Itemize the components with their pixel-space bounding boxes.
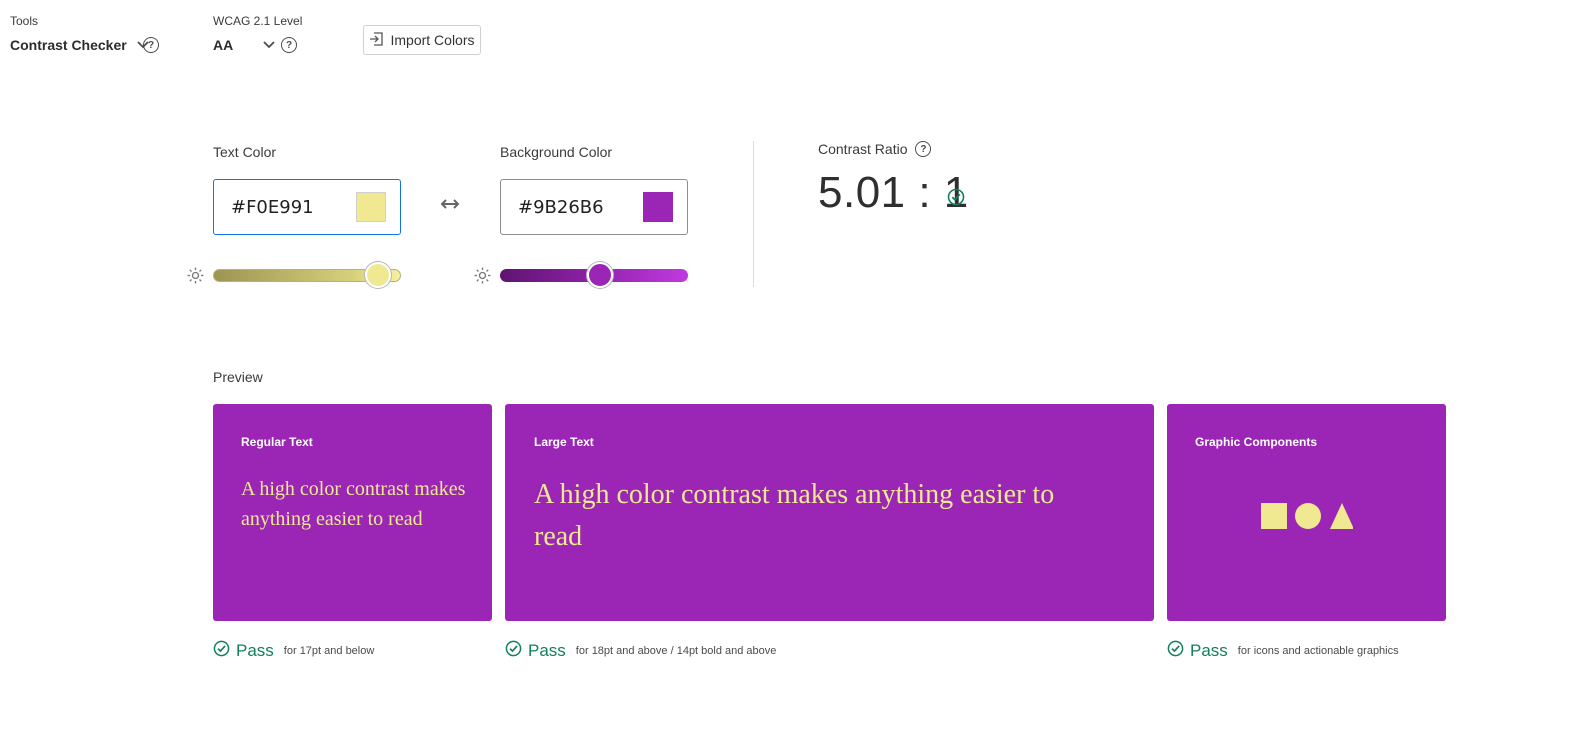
background-color-field[interactable]: #9B26B6 xyxy=(500,179,688,235)
background-color-label: Background Color xyxy=(500,144,613,160)
triangle-icon xyxy=(1330,503,1354,529)
wcag-level-label: WCAG 2.1 Level xyxy=(213,14,303,28)
pass-note: for 17pt and below xyxy=(283,645,375,657)
chevron-down-icon xyxy=(263,41,275,49)
background-color-hex: #9B26B6 xyxy=(518,196,604,218)
import-colors-label: Import Colors xyxy=(390,32,475,48)
card-sample-text: A high color contrast makes anything eas… xyxy=(241,478,466,530)
graphic-shapes xyxy=(1261,502,1354,535)
pass-label: Pass xyxy=(528,641,566,660)
card-title: Graphic Components xyxy=(1195,435,1318,449)
text-color-swatch[interactable] xyxy=(356,192,386,222)
text-color-field[interactable]: #F0E991 xyxy=(213,179,401,235)
import-icon xyxy=(369,31,384,49)
background-color-swatch[interactable] xyxy=(643,192,673,222)
graphic-components-result: Pass for icons and actionable graphics xyxy=(1167,640,1399,662)
check-circle-icon xyxy=(1167,640,1184,662)
regular-text-result: Pass for 17pt and below xyxy=(213,640,374,662)
tools-picker[interactable]: Contrast Checker xyxy=(10,37,149,53)
contrast-ratio-label: Contrast Ratio xyxy=(818,141,908,157)
contrast-ratio-header: Contrast Ratio ? xyxy=(818,141,932,157)
card-title: Regular Text xyxy=(241,435,313,449)
large-text-card: Large Text A high color contrast makes a… xyxy=(505,404,1154,621)
square-icon xyxy=(1261,503,1287,529)
pass-note: for 18pt and above / 14pt bold and above xyxy=(575,645,777,657)
brightness-icon xyxy=(187,267,204,289)
pass-note: for icons and actionable graphics xyxy=(1237,645,1399,657)
preview-label: Preview xyxy=(213,369,263,385)
text-color-hex: #F0E991 xyxy=(231,196,314,218)
tools-help-icon[interactable]: ? xyxy=(143,37,159,53)
check-circle-icon xyxy=(947,188,965,211)
large-text-result: Pass for 18pt and above / 14pt bold and … xyxy=(505,640,776,662)
graphic-components-card: Graphic Components xyxy=(1167,404,1446,621)
pass-label: Pass xyxy=(1190,641,1228,660)
regular-text-card: Regular Text A high color contrast makes… xyxy=(213,404,492,621)
import-colors-button[interactable]: Import Colors xyxy=(363,25,481,55)
tools-label: Tools xyxy=(10,14,39,28)
pass-label: Pass xyxy=(236,641,274,660)
swap-colors-icon[interactable] xyxy=(440,197,460,216)
circle-icon xyxy=(1295,503,1321,529)
text-brightness-slider[interactable] xyxy=(213,261,401,289)
slider-thumb[interactable] xyxy=(586,262,613,288)
wcag-help-icon[interactable]: ? xyxy=(281,37,297,53)
slider-thumb[interactable] xyxy=(365,262,392,288)
text-color-label: Text Color xyxy=(213,144,277,160)
check-circle-icon xyxy=(505,640,522,662)
tools-picker-value: Contrast Checker xyxy=(10,37,127,53)
brightness-icon xyxy=(474,267,491,289)
card-sample-text: A high color contrast makes anything eas… xyxy=(534,479,1055,552)
section-divider xyxy=(753,141,754,287)
card-title: Large Text xyxy=(534,435,594,449)
wcag-level-value: AA xyxy=(213,37,234,53)
contrast-help-icon[interactable]: ? xyxy=(915,141,932,157)
check-circle-icon xyxy=(213,640,230,662)
background-brightness-slider[interactable] xyxy=(500,261,688,289)
wcag-level-picker[interactable]: AA xyxy=(213,37,275,53)
